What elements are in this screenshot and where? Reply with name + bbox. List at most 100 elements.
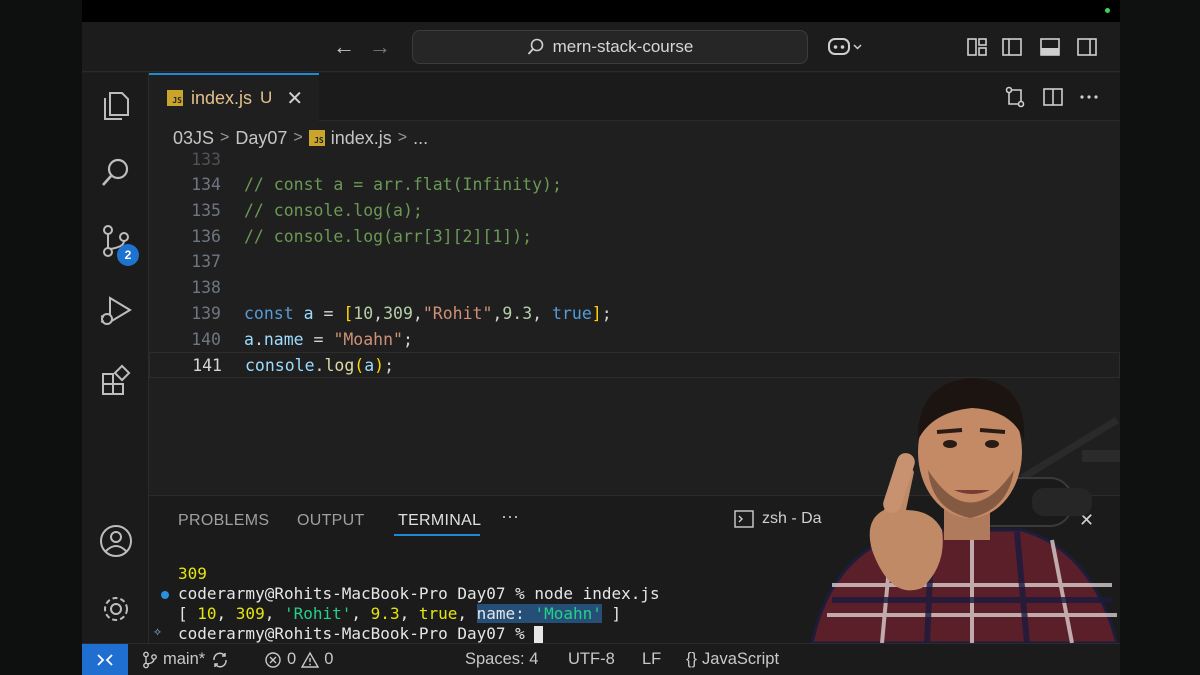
code-string: "Moahn" (333, 330, 403, 349)
customize-layout-icon[interactable] (965, 35, 989, 59)
line-number: 138 (191, 278, 221, 297)
terminal-text: [ (178, 604, 198, 623)
tab-problems[interactable]: PROBLEMS (178, 512, 269, 530)
encoding-indicator[interactable]: UTF-8 (568, 650, 615, 669)
terminal-value: true (418, 604, 458, 623)
toggle-panel-icon[interactable] (1038, 35, 1062, 59)
code-statement: const a = [10,309,"Rohit",9.3, true]; (244, 304, 612, 323)
code-semicolon: ; (601, 304, 612, 323)
code-line: 135 // console.log(a); (149, 198, 1120, 224)
code-bracket: ( (354, 356, 365, 375)
open-changes-icon[interactable] (1003, 85, 1027, 109)
search-icon[interactable] (98, 155, 134, 191)
run-debug-icon[interactable] (98, 293, 134, 329)
line-number: 137 (191, 252, 221, 271)
error-count: 0 (287, 650, 297, 668)
sync-icon[interactable] (210, 651, 230, 669)
branch-indicator[interactable]: main* (142, 650, 230, 669)
code-operator: = (313, 304, 344, 323)
search-text: mern-stack-course (552, 37, 694, 56)
panel-more-icon[interactable]: ··· (501, 506, 519, 527)
extensions-icon[interactable] (98, 363, 134, 399)
terminal-cursor (534, 626, 544, 643)
copilot-icon[interactable] (827, 35, 863, 59)
explorer-files-icon[interactable] (98, 87, 134, 123)
code-number: 309 (383, 304, 413, 323)
terminal-command: node index.js (534, 584, 660, 603)
tab-terminal[interactable]: TERMINAL (398, 512, 481, 530)
problems-indicator[interactable]: 0 0 (264, 650, 333, 669)
tab-untracked-status: U (260, 88, 273, 107)
terminal-text: ] (601, 604, 622, 623)
scm-count-badge: 2 (117, 244, 139, 266)
code-property: name (263, 330, 304, 349)
terminal-icon (734, 510, 754, 528)
branch-name: main* (163, 650, 206, 668)
command-center-search[interactable]: mern-stack-course (412, 30, 808, 64)
accounts-icon[interactable] (98, 523, 134, 559)
toggle-sidebar-icon[interactable] (1000, 35, 1024, 59)
error-icon (265, 651, 281, 668)
breadcrumb-item-day07[interactable]: Day07 (235, 128, 287, 149)
status-bar: main* 0 0 Spaces: 4 UTF-8 LF {} JavaScri… (82, 643, 1120, 675)
code-comment: // const a = arr.flat(Infinity); (244, 175, 562, 194)
code-semicolon: ; (384, 356, 395, 375)
javascript-file-icon: JS (308, 130, 325, 146)
activity-bar: 2 (82, 73, 149, 643)
code-statement: console.log(a); (245, 356, 395, 375)
line-number: 135 (191, 201, 221, 220)
settings-gear-icon[interactable] (98, 591, 134, 627)
code-bracket: ] (591, 304, 602, 323)
code-line: 138 (149, 275, 1120, 301)
code-bracket: [ (343, 304, 354, 323)
breadcrumb-item-03js[interactable]: 03JS (173, 128, 214, 149)
letterbox-left (0, 0, 82, 675)
recording-dot (1105, 8, 1110, 13)
code-number: 10 (353, 304, 374, 323)
toggle-secondary-sidebar-icon[interactable] (1075, 35, 1099, 59)
code-line: 133 (149, 147, 1120, 173)
vscode-window: ← → mern-stack-course 2 JS index.js U ✕ … (82, 0, 1120, 675)
language-mode-indicator[interactable]: {} JavaScript (686, 650, 779, 669)
search-icon (527, 38, 543, 55)
code-line: 134 // const a = arr.flat(Infinity); (149, 172, 1120, 198)
code-variable: a (303, 304, 314, 323)
terminal-prompt: coderarmy@Rohits-MacBook-Pro Day07 % (178, 584, 535, 603)
code-line: 136 // console.log(arr[3][2][1]); (149, 224, 1120, 250)
code-line: 139 const a = [10,309,"Rohit",9.3, true]… (149, 301, 1120, 327)
code-line: 140 a.name = "Moahn"; (149, 327, 1120, 353)
code-object: console (245, 356, 315, 375)
tab-index-js[interactable]: JS index.js U ✕ (149, 73, 319, 121)
warning-count: 0 (324, 650, 334, 668)
terminal-line: [ 10, 309, 'Rohit', 9.3, true, name: 'Mo… (178, 604, 622, 623)
remote-indicator-icon[interactable] (82, 644, 128, 675)
line-number: 136 (191, 227, 221, 246)
sparkle-icon: ✧ (153, 622, 163, 640)
line-number: 134 (191, 175, 221, 194)
terminal-prompt: coderarmy@Rohits-MacBook-Pro Day07 % (178, 624, 535, 643)
breadcrumb-separator: > (293, 129, 303, 146)
code-statement: a.name = "Moahn"; (244, 330, 413, 349)
presenter-webcam-overlay (810, 378, 1120, 643)
terminal-selection: name: 'Moahn' (476, 604, 602, 623)
indentation-indicator[interactable]: Spaces: 4 (465, 650, 538, 669)
forward-arrow-icon[interactable]: → (367, 34, 393, 60)
terminal-key: name: (476, 604, 535, 623)
language-name: JavaScript (702, 650, 780, 668)
breadcrumb-item-file[interactable]: index.js (331, 128, 392, 149)
back-arrow-icon[interactable]: ← (331, 34, 357, 60)
command-status-dot (161, 591, 169, 599)
more-actions-icon[interactable] (1077, 85, 1101, 109)
tab-close-icon[interactable]: ✕ (286, 86, 303, 111)
code-string: "Rohit" (422, 304, 493, 323)
line-ending-indicator[interactable]: LF (642, 650, 661, 669)
line-number: 140 (191, 330, 221, 349)
tab-output[interactable]: OUTPUT (297, 512, 365, 530)
line-number: 139 (191, 304, 221, 323)
code-comment: // console.log(arr[3][2][1]); (244, 227, 533, 246)
split-editor-icon[interactable] (1041, 85, 1065, 109)
breadcrumb-item-symbols[interactable]: ... (413, 128, 428, 149)
letterbox-right (1120, 0, 1200, 675)
line-number: 133 (191, 150, 221, 169)
braces-icon: {} (686, 650, 698, 668)
